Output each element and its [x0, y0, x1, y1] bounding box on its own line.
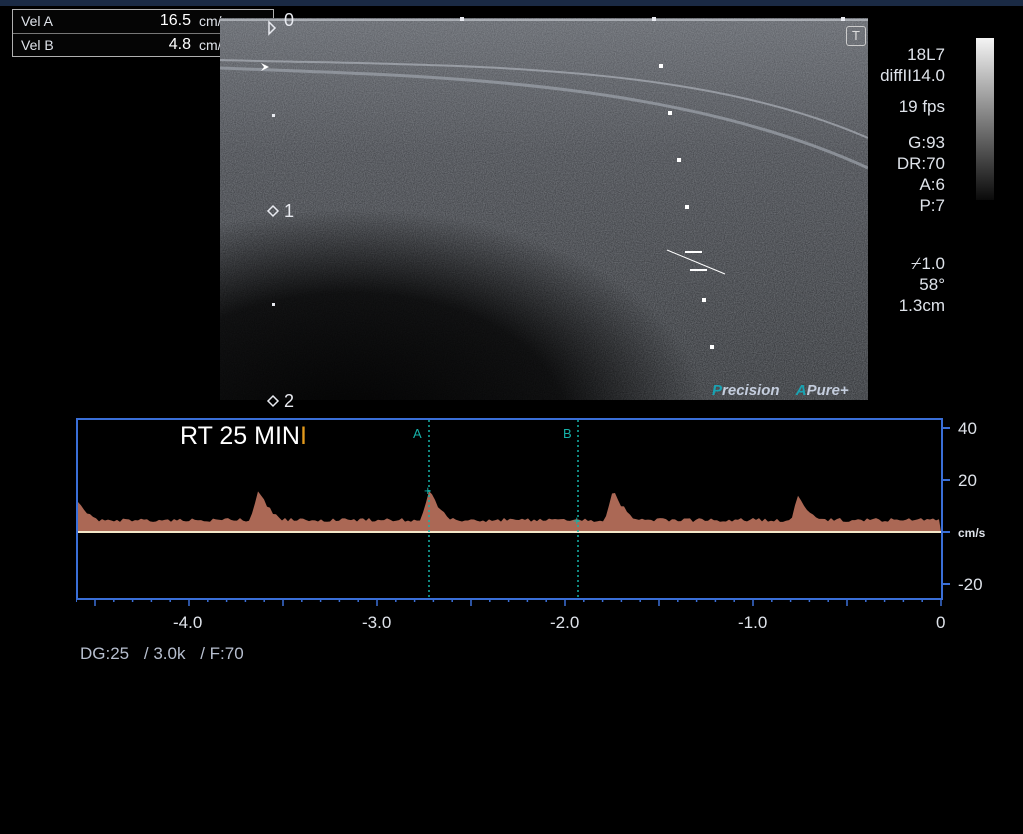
t-icon[interactable]: T	[846, 26, 866, 46]
steer-label: 1.0	[921, 254, 945, 273]
depth-label-0: 0	[284, 10, 294, 31]
grayscale-bar	[976, 38, 994, 200]
mode-label: diffII14.0	[880, 65, 945, 86]
arrow-right-icon	[261, 63, 269, 71]
diamond-icon	[269, 22, 275, 34]
gain-label: G:93	[880, 132, 945, 153]
marker-crosshair-icon: +	[424, 483, 432, 498]
y-axis-ticks	[942, 418, 956, 600]
angle-label: 58°	[880, 274, 945, 295]
top-bar	[0, 0, 1023, 6]
diamond-icon	[268, 396, 278, 406]
x-tick-label: -4.0	[173, 613, 202, 633]
a-label: A:6	[880, 174, 945, 195]
brand-logo: Precision APure+	[712, 382, 849, 399]
gate-label: 1.3cm	[880, 295, 945, 316]
depth-label-2: 2	[284, 391, 294, 412]
brand-pure-initial: A	[796, 382, 807, 399]
measurement-value: 16.5	[160, 11, 191, 31]
x-axis-ticks	[76, 598, 946, 612]
scale-dot	[841, 17, 845, 21]
steer-row: ⌿1.0	[880, 253, 945, 274]
measurement-label: Vel A	[21, 11, 53, 31]
top-scale-dots	[300, 14, 860, 24]
scale-dot	[460, 17, 464, 21]
prf-label: / 3.0k	[144, 644, 186, 663]
doppler-settings: DG:25 / 3.0k / F:70	[80, 644, 254, 664]
depth-tick	[272, 114, 275, 117]
probe-params: 18L7 diffII14.0 19 fps G:93 DR:70 A:6 P:…	[880, 44, 945, 316]
scale-dot	[652, 17, 656, 21]
diamond-icon	[268, 206, 278, 216]
x-tick-label: 0	[936, 613, 945, 633]
depth-tick	[272, 303, 275, 306]
steer-icon: ⌿	[911, 254, 921, 273]
x-tick-label: -1.0	[738, 613, 767, 633]
x-tick-label: -3.0	[362, 613, 391, 633]
fps-label: 19 fps	[880, 96, 945, 117]
dg-label: DG:25	[80, 644, 129, 663]
y-tick-label: -20	[958, 575, 983, 595]
bmode-texture	[220, 18, 868, 400]
p-label: P:7	[880, 195, 945, 216]
spectrum-waveform	[78, 491, 941, 532]
y-unit-label: cm/s	[958, 526, 985, 540]
measurement-label: Vel B	[21, 35, 54, 55]
filter-label: / F:70	[200, 644, 243, 663]
bmode-image	[220, 18, 868, 400]
marker-b-label: B	[563, 426, 572, 441]
measurement-value: 4.8	[169, 35, 191, 55]
marker-crosshair-icon: +	[573, 513, 581, 528]
brand-precision-initial: P	[712, 382, 722, 399]
marker-a-label: A	[413, 426, 422, 441]
doppler-title-text: RT 25 MIN	[180, 422, 300, 450]
x-tick-label: -2.0	[550, 613, 579, 633]
text-cursor-icon: I	[300, 422, 307, 450]
brand-precision-rest: recision	[722, 382, 780, 399]
depth-label-1: 1	[284, 201, 294, 222]
dynamic-range-label: DR:70	[880, 153, 945, 174]
probe-label: 18L7	[880, 44, 945, 65]
y-tick-label: 40	[958, 419, 977, 439]
y-tick-label: 20	[958, 471, 977, 491]
doppler-title: RT 25 MINI	[180, 422, 307, 451]
brand-pure-rest: Pure+	[807, 382, 849, 399]
